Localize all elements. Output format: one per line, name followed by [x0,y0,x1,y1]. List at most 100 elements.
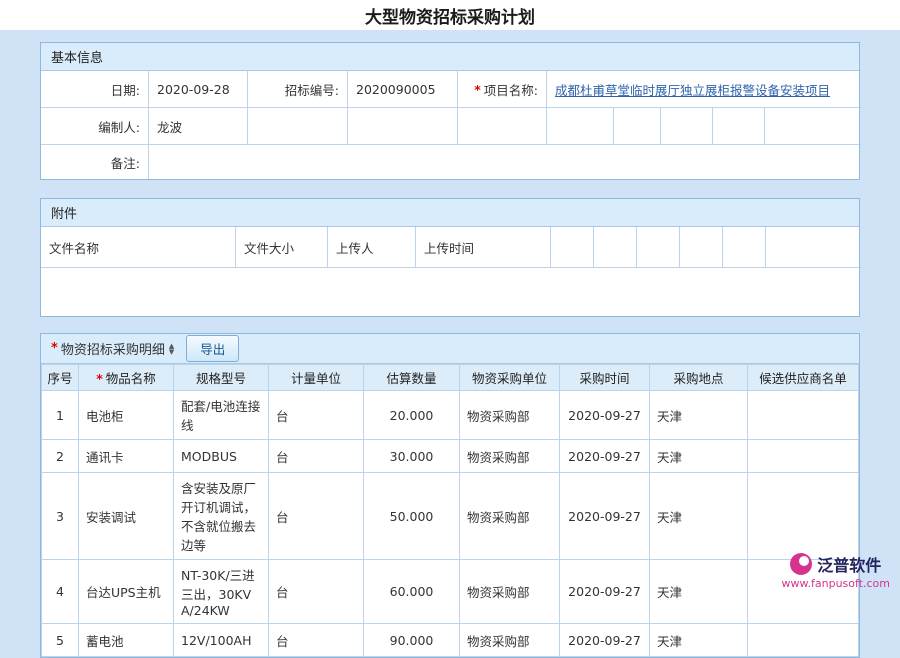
compiler-value: 龙波 [149,108,248,144]
col-item-name: *物品名称 [79,365,174,391]
cell-item-name: 台达UPS主机 [79,560,174,624]
cell-dept: 物资采购部 [460,440,560,473]
fanpu-logo-icon [790,553,812,575]
table-row: 3 安装调试 含安装及原厂开订机调试，不含就位搬去边等 台 50.000 物资采… [42,473,859,560]
basic-info-row-3: 备注: [41,145,859,179]
basic-info-empty-cell [547,108,614,144]
cell-no: 2 [42,440,79,473]
basic-info-section: 基本信息 日期: 2020-09-28 招标编号: 2020090005 * 项… [40,42,860,180]
required-asterisk: * [474,82,481,97]
cell-time: 2020-09-27 [560,440,650,473]
details-section: * 物资招标采购明细 ▲▼ 导出 序号 *物品名称 规格型号 计量单位 估算数量… [40,333,860,658]
basic-info-empty-cell [348,108,458,144]
col-file-name: 文件名称 [41,227,236,267]
page-title: 大型物资招标采购计划 [365,3,535,28]
page-title-bar: 大型物资招标采购计划 [0,0,900,30]
cell-qty: 30.000 [364,440,460,473]
export-button[interactable]: 导出 [186,335,239,362]
cell-suppliers [748,473,859,560]
attachments-header: 附件 [41,199,859,227]
cell-unit: 台 [269,473,364,560]
cell-unit: 台 [269,560,364,624]
cell-spec: 含安装及原厂开订机调试，不含就位搬去边等 [174,473,269,560]
basic-info-empty-cell [713,108,765,144]
basic-info-empty-cell [248,108,348,144]
table-row: 2 通讯卡 MODBUS 台 30.000 物资采购部 2020-09-27 天… [42,440,859,473]
basic-info-header: 基本信息 [41,43,859,71]
col-qty: 估算数量 [364,365,460,391]
col-place: 采购地点 [650,365,748,391]
basic-info-empty-cell [765,108,859,144]
details-header-row: 序号 *物品名称 规格型号 计量单位 估算数量 物资采购单位 采购时间 采购地点… [42,365,859,391]
col-dept: 物资采购单位 [460,365,560,391]
cell-place: 天津 [650,560,748,624]
attachments-empty-cell [766,227,859,267]
cell-qty: 90.000 [364,624,460,657]
attachments-empty-cell [551,227,594,267]
col-upload-time: 上传时间 [416,227,551,267]
cell-dept: 物资采购部 [460,391,560,440]
table-row: 5 蓄电池 12V/100AH 台 90.000 物资采购部 2020-09-2… [42,624,859,657]
cell-qty: 50.000 [364,473,460,560]
cell-dept: 物资采购部 [460,624,560,657]
project-name-link[interactable]: 成都杜甫草堂临时展厅独立展柜报警设备安装项目 [555,80,830,99]
cell-item-name: 安装调试 [79,473,174,560]
col-suppliers: 候选供应商名单 [748,365,859,391]
cell-no: 4 [42,560,79,624]
project-name-label-text: 项目名称: [484,80,538,99]
cell-no: 1 [42,391,79,440]
basic-info-empty-cell [458,108,547,144]
cell-unit: 台 [269,391,364,440]
details-section-title: 物资招标采购明细 [61,339,165,358]
date-value: 2020-09-28 [149,71,248,107]
bid-no-value: 2020090005 [348,71,458,107]
cell-qty: 60.000 [364,560,460,624]
cell-unit: 台 [269,440,364,473]
remark-value [149,145,859,179]
vendor-watermark: 泛普软件 www.fanpusoft.com [782,552,890,590]
cell-spec: 配套/电池连接线 [174,391,269,440]
vendor-brand-name: 泛普软件 [817,552,881,576]
sort-icon[interactable]: ▲▼ [169,343,174,355]
cell-no: 5 [42,624,79,657]
cell-time: 2020-09-27 [560,473,650,560]
col-spec: 规格型号 [174,365,269,391]
cell-item-name: 电池柜 [79,391,174,440]
col-no: 序号 [42,365,79,391]
basic-info-row-2: 编制人: 龙波 [41,108,859,145]
cell-dept: 物资采购部 [460,560,560,624]
attachments-section: 附件 文件名称 文件大小 上传人 上传时间 [40,198,860,317]
cell-suppliers [748,391,859,440]
cell-item-name: 通讯卡 [79,440,174,473]
table-row: 1 电池柜 配套/电池连接线 台 20.000 物资采购部 2020-09-27… [42,391,859,440]
required-asterisk: * [96,371,103,386]
cell-spec: MODBUS [174,440,269,473]
project-name-label: * 项目名称: [458,71,547,107]
remark-label: 备注: [41,145,149,179]
cell-suppliers [748,624,859,657]
project-name-cell: 成都杜甫草堂临时展厅独立展柜报警设备安装项目 [547,71,859,107]
cell-time: 2020-09-27 [560,391,650,440]
attachments-empty-cell [680,227,723,267]
vendor-url: www.fanpusoft.com [782,577,890,590]
cell-spec: 12V/100AH [174,624,269,657]
cell-item-name: 蓄电池 [79,624,174,657]
attachments-table-header: 文件名称 文件大小 上传人 上传时间 [41,227,859,268]
col-uploader: 上传人 [328,227,416,267]
col-file-size: 文件大小 [236,227,328,267]
attachments-empty-area [41,268,859,316]
basic-info-empty-cell [614,108,661,144]
attachments-empty-cell [723,227,766,267]
cell-place: 天津 [650,473,748,560]
attachments-empty-cell [637,227,680,267]
col-unit: 计量单位 [269,365,364,391]
cell-place: 天津 [650,624,748,657]
cell-no: 3 [42,473,79,560]
details-section-header: * 物资招标采购明细 ▲▼ 导出 [41,334,859,364]
details-table: 序号 *物品名称 规格型号 计量单位 估算数量 物资采购单位 采购时间 采购地点… [41,364,859,657]
basic-info-empty-cell [661,108,713,144]
cell-qty: 20.000 [364,391,460,440]
required-asterisk: * [51,341,58,356]
bid-no-label: 招标编号: [248,71,348,107]
compiler-label: 编制人: [41,108,149,144]
